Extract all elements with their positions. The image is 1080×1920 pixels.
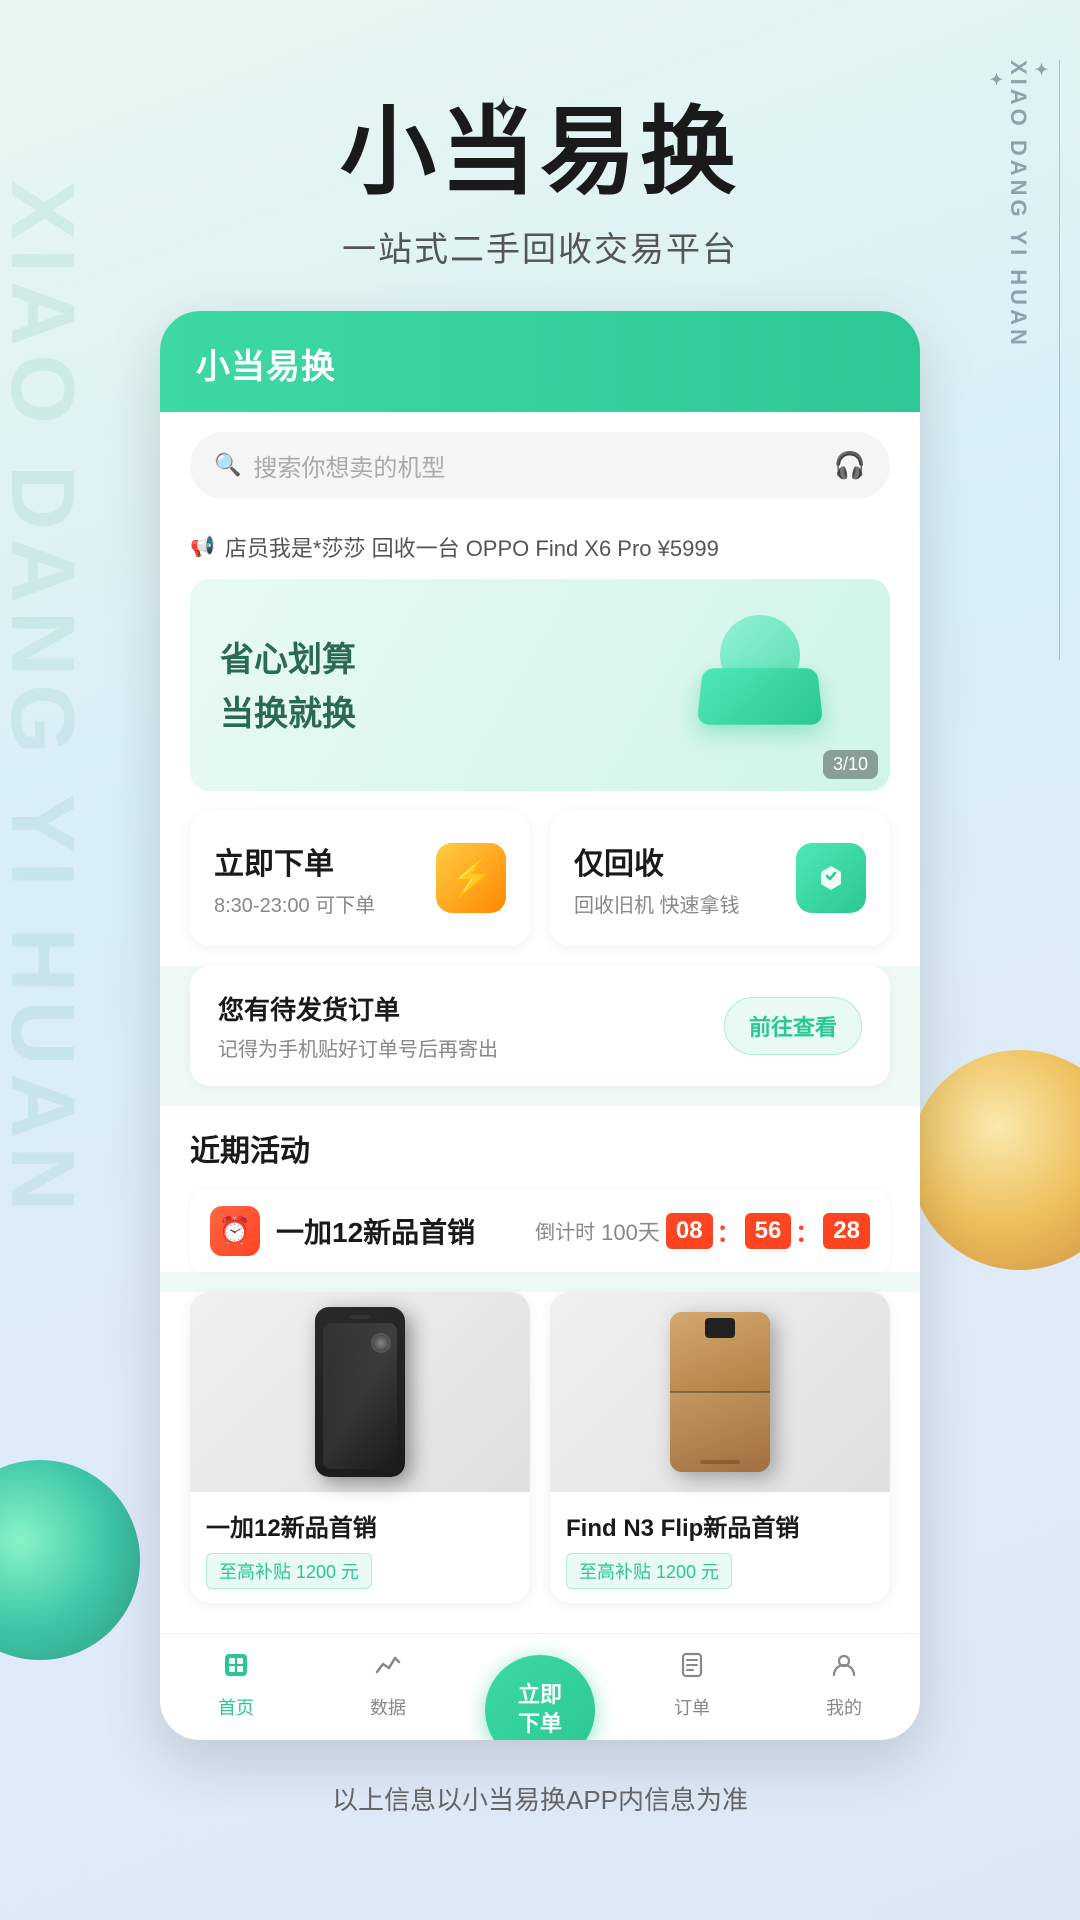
cube-base	[697, 668, 823, 725]
nav-fab-button[interactable]: 立即下单	[485, 1655, 595, 1740]
announcement-bar: 📢 店员我是*莎莎 回收一台 OPPO Find X6 Pro ¥5999	[160, 519, 920, 579]
time-minutes: 56	[745, 1213, 792, 1249]
countdown-label: 倒计时	[535, 1216, 595, 1245]
phone-oneplus-visual	[315, 1307, 405, 1477]
nav-item-home[interactable]: 首页	[160, 1650, 312, 1720]
search-icon: 🔍	[214, 452, 241, 478]
nav-label-data: 数据	[370, 1694, 406, 1720]
product-card-flip[interactable]: Find N3 Flip新品首销 至高补贴 1200 元	[550, 1292, 890, 1603]
nav-label-orders: 订单	[674, 1694, 710, 1720]
order-subtitle: 记得为手机贴好订单号后再寄出	[218, 1033, 498, 1062]
banner-line2: 当换就换	[220, 686, 356, 735]
search-area: 🔍 搜索你想卖的机型 🎧	[160, 412, 920, 519]
footer-text: 以上信息以小当易换APP内信息为准	[332, 1785, 748, 1815]
countdown-time: 08 ： 56 ： 28	[666, 1213, 870, 1249]
nav-fab-label: 立即下单	[518, 1681, 562, 1738]
nav-item-data[interactable]: 数据	[312, 1650, 464, 1720]
cube-visual	[680, 615, 840, 745]
nav-label-home: 首页	[218, 1694, 254, 1720]
nav-item-orders[interactable]: 订单	[616, 1650, 768, 1720]
main-title: 小当易换	[340, 100, 740, 206]
activity-header: ⏰ 一加12新品首销 倒计时 100天 08 ： 56 ： 28	[190, 1190, 890, 1272]
profile-icon	[829, 1650, 859, 1688]
data-icon	[373, 1650, 403, 1688]
action-title-recycle: 仅回收	[574, 839, 796, 883]
headphone-icon[interactable]: 🎧	[834, 450, 866, 481]
search-bar[interactable]: 🔍 搜索你想卖的机型 🎧	[190, 432, 890, 499]
subsidy-badge-oneplus: 至高补贴 1200 元	[206, 1553, 372, 1589]
announce-icon: 📢	[190, 534, 215, 559]
page-footer: 以上信息以小当易换APP内信息为准	[0, 1740, 1080, 1857]
action-info-order: 立即下单 8:30-23:00 可下单	[214, 839, 436, 918]
activity-icon: ⏰	[210, 1206, 260, 1256]
quick-actions: 立即下单 8:30-23:00 可下单 ⚡ 仅回收 回收旧机 快速拿钱	[160, 811, 920, 966]
activity-name: 一加12新品首销	[276, 1211, 475, 1251]
announce-text: 店员我是*莎莎 回收一台 OPPO Find X6 Pro ¥5999	[225, 531, 719, 563]
time-seconds: 28	[823, 1213, 870, 1249]
home-icon	[221, 1650, 251, 1688]
app-logo: 小当易换	[196, 339, 336, 388]
action-info-recycle: 仅回收 回收旧机 快速拿钱	[574, 839, 796, 918]
product-name-flip: Find N3 Flip新品首销	[566, 1508, 874, 1543]
time-sep-1: ：	[717, 1213, 741, 1248]
product-info-oneplus: 一加12新品首销 至高补贴 1200 元	[190, 1492, 530, 1603]
action-card-recycle[interactable]: 仅回收 回收旧机 快速拿钱	[550, 811, 890, 946]
orb-green	[0, 1460, 140, 1660]
time-sep-2: ：	[795, 1213, 819, 1248]
order-reminder: 您有待发货订单 记得为手机贴好订单号后再寄出 前往查看	[190, 966, 890, 1086]
subtitle: 一站式二手回收交易平台	[0, 222, 1080, 271]
action-subtitle-order: 8:30-23:00 可下单	[214, 889, 436, 918]
action-icon-recycle	[796, 843, 866, 913]
order-text-block: 您有待发货订单 记得为手机贴好订单号后再寄出	[218, 990, 498, 1062]
order-title: 您有待发货订单	[218, 990, 498, 1027]
banner-visual	[680, 615, 860, 755]
order-btn[interactable]: 前往查看	[724, 997, 862, 1055]
nav-label-profile: 我的	[826, 1694, 862, 1720]
product-card-oneplus[interactable]: 一加12新品首销 至高补贴 1200 元	[190, 1292, 530, 1603]
product-image-flip	[550, 1292, 890, 1492]
bottom-nav: 首页 数据 立即下单	[160, 1633, 920, 1740]
product-grid: 一加12新品首销 至高补贴 1200 元 Find N3 Flip新品首销 至高…	[160, 1292, 920, 1633]
product-image-oneplus	[190, 1292, 530, 1492]
orders-icon	[677, 1650, 707, 1688]
action-card-order[interactable]: 立即下单 8:30-23:00 可下单 ⚡	[190, 811, 530, 946]
action-title-order: 立即下单	[214, 839, 436, 883]
app-header: 小当易换	[160, 311, 920, 412]
app-mockup: 小当易换 🔍 搜索你想卖的机型 🎧 📢 店员我是*莎莎 回收一台 OPPO Fi…	[160, 311, 920, 1740]
product-name-oneplus: 一加12新品首销	[206, 1508, 514, 1543]
header-area: 小当易换 一站式二手回收交易平台	[0, 0, 1080, 311]
activity-section-bg: 近期活动 ⏰ 一加12新品首销 倒计时 100天 08 ： 56 ： 28	[160, 1106, 920, 1272]
action-icon-order: ⚡	[436, 843, 506, 913]
activity-left: ⏰ 一加12新品首销	[210, 1206, 475, 1256]
product-info-flip: Find N3 Flip新品首销 至高补贴 1200 元	[550, 1492, 890, 1603]
banner-area: 省心划算 当换就换 3/10	[160, 579, 920, 811]
banner-text: 省心划算 当换就换	[220, 635, 356, 735]
orb-gold	[910, 1050, 1080, 1270]
banner[interactable]: 省心划算 当换就换 3/10	[190, 579, 890, 791]
time-hours: 08	[666, 1213, 713, 1249]
bg-text-left: XIAO DANG YI HUAN	[0, 180, 93, 1219]
banner-badge: 3/10	[823, 750, 878, 779]
phone-flip-visual	[670, 1312, 770, 1472]
countdown-area: 倒计时 100天 08 ： 56 ： 28	[535, 1213, 870, 1249]
action-subtitle-recycle: 回收旧机 快速拿钱	[574, 889, 796, 918]
subsidy-badge-flip: 至高补贴 1200 元	[566, 1553, 732, 1589]
nav-item-profile[interactable]: 我的	[768, 1650, 920, 1720]
section-title: 近期活动	[190, 1126, 890, 1170]
search-placeholder: 搜索你想卖的机型	[253, 448, 821, 483]
banner-line1: 省心划算	[220, 635, 356, 686]
countdown-days: 100天	[601, 1215, 660, 1247]
